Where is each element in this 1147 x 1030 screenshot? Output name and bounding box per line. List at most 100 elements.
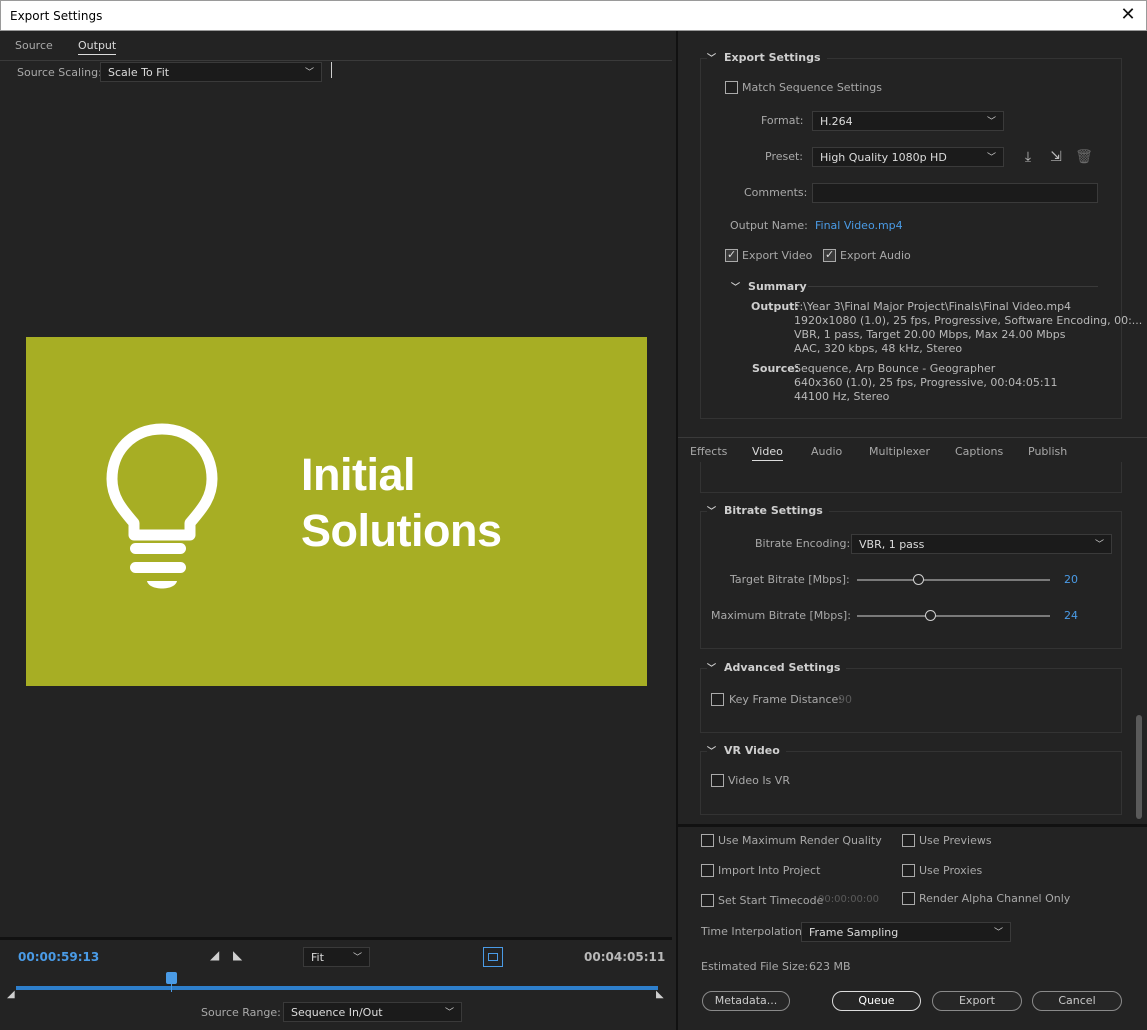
chevron-down-icon: ﹀ <box>707 54 717 64</box>
trash-icon[interactable]: 🗑 <box>1075 148 1093 166</box>
source-scaling-dropdown[interactable]: Scale To Fit ﹀ <box>100 62 322 82</box>
start-timecode-value[interactable]: 00:00:00:00 <box>818 894 879 905</box>
vr-video-header[interactable]: ﹀ VR Video <box>707 744 786 757</box>
key-frame-checkbox[interactable] <box>711 693 724 706</box>
use-previews-label: Use Previews <box>919 834 992 847</box>
tab-effects[interactable]: Effects <box>690 445 727 458</box>
import-preset-icon[interactable]: ⇲ <box>1047 148 1065 166</box>
max-bitrate-slider[interactable] <box>857 615 1050 617</box>
target-bitrate-value[interactable]: 20 <box>1064 573 1078 586</box>
divider <box>678 437 1147 438</box>
title-bar: Export Settings ✕ <box>0 0 1147 31</box>
time-interp-label: Time Interpolation: <box>701 925 806 938</box>
bitrate-settings-header[interactable]: ﹀ Bitrate Settings <box>707 504 829 517</box>
tab-video[interactable]: Video <box>752 445 783 461</box>
export-video-label: Export Video <box>742 249 813 262</box>
tab-audio[interactable]: Audio <box>811 445 842 458</box>
divider <box>0 937 672 940</box>
summary-output-label: Output: <box>751 300 799 313</box>
max-bitrate-value[interactable]: 24 <box>1064 609 1078 622</box>
aspect-toggle-icon[interactable] <box>483 947 503 967</box>
chevron-down-icon: ﹀ <box>731 283 741 293</box>
mark-out-icon[interactable]: ◣ <box>233 948 242 962</box>
format-dropdown[interactable]: H.264 ﹀ <box>812 111 1004 131</box>
metadata-button[interactable]: Metadata... <box>702 991 790 1011</box>
summary-output: F:\Year 3\Final Major Project\Finals\Fin… <box>794 300 1143 355</box>
save-preset-icon[interactable]: ⤓ <box>1019 148 1037 166</box>
format-label: Format: <box>761 114 804 127</box>
max-render-checkbox[interactable] <box>701 834 714 847</box>
current-timecode[interactable]: 00:00:59:13 <box>18 950 99 964</box>
key-frame-value[interactable]: 90 <box>838 693 852 706</box>
lightbulb-icon <box>106 423 218 589</box>
brand-line-2: Solutions <box>301 505 502 556</box>
tab-captions[interactable]: Captions <box>955 445 1003 458</box>
source-range-dropdown[interactable]: Sequence In/Out ﹀ <box>283 1002 462 1022</box>
divider <box>0 60 672 61</box>
window-title: Export Settings <box>10 9 103 23</box>
mark-in-icon[interactable]: ◢ <box>210 948 219 962</box>
end-timecode: 00:04:05:11 <box>584 950 666 964</box>
in-point-handle[interactable]: ◢ <box>7 989 15 1000</box>
chevron-down-icon: ﹀ <box>707 507 717 517</box>
target-bitrate-knob[interactable] <box>913 574 924 585</box>
preset-dropdown[interactable]: High Quality 1080p HD ﹀ <box>812 147 1004 167</box>
cancel-button[interactable]: Cancel <box>1032 991 1122 1011</box>
start-timecode-label: Set Start Timecode <box>718 894 824 907</box>
max-bitrate-knob[interactable] <box>925 610 936 621</box>
export-video-checkbox[interactable] <box>725 248 738 262</box>
queue-button[interactable]: Queue <box>832 991 921 1011</box>
key-frame-label: Key Frame Distance: <box>729 693 843 706</box>
close-icon[interactable]: ✕ <box>1118 5 1138 25</box>
use-previews-checkbox[interactable] <box>902 834 915 847</box>
import-project-checkbox[interactable] <box>701 864 714 877</box>
render-alpha-label: Render Alpha Channel Only <box>919 892 1071 905</box>
import-project-label: Import Into Project <box>718 864 821 877</box>
chevron-down-icon: ﹀ <box>444 1008 454 1018</box>
est-size-label: Estimated File Size: <box>701 960 809 973</box>
comments-input[interactable] <box>812 183 1098 203</box>
divider <box>808 286 1098 287</box>
use-proxies-checkbox[interactable] <box>902 864 915 877</box>
scrollbar-thumb[interactable] <box>1136 715 1142 819</box>
max-bitrate-label: Maximum Bitrate [Mbps]: <box>711 609 851 622</box>
match-sequence-checkbox[interactable] <box>725 81 738 94</box>
use-proxies-label: Use Proxies <box>919 864 983 877</box>
out-point-handle[interactable]: ◣ <box>656 989 664 1000</box>
target-bitrate-label: Target Bitrate [Mbps]: <box>730 573 850 586</box>
export-settings-header[interactable]: ﹀ Export Settings <box>707 51 827 64</box>
chevron-down-icon: ﹀ <box>707 664 717 674</box>
brand-line-1: Initial <box>301 449 416 500</box>
advanced-settings-header[interactable]: ﹀ Advanced Settings <box>707 661 847 674</box>
summary-header[interactable]: ﹀ Summary <box>731 280 807 293</box>
tab-publish[interactable]: Publish <box>1028 445 1067 458</box>
source-scaling-label: Source Scaling: <box>17 66 102 79</box>
output-name-link[interactable]: Final Video.mp4 <box>815 219 903 232</box>
video-is-vr-checkbox[interactable] <box>711 774 724 787</box>
source-range-value: Sequence In/Out <box>291 1006 383 1019</box>
time-interp-dropdown[interactable]: Frame Sampling ﹀ <box>801 922 1011 942</box>
bitrate-encoding-dropdown[interactable]: VBR, 1 pass ﹀ <box>851 534 1112 554</box>
target-bitrate-slider[interactable] <box>857 579 1050 581</box>
previous-section-box <box>700 462 1122 493</box>
start-timecode-checkbox[interactable] <box>701 894 714 907</box>
format-value: H.264 <box>820 115 853 128</box>
divider <box>676 824 1147 827</box>
export-audio-checkbox[interactable] <box>823 248 836 262</box>
preset-label: Preset: <box>765 150 804 163</box>
time-interp-value: Frame Sampling <box>809 926 899 939</box>
render-alpha-checkbox[interactable] <box>902 892 915 905</box>
chevron-down-icon: ﹀ <box>304 68 314 78</box>
output-name-label: Output Name: <box>730 219 808 232</box>
timeline-track[interactable] <box>16 986 658 990</box>
tab-output[interactable]: Output <box>78 39 117 55</box>
preset-value: High Quality 1080p HD <box>820 151 947 164</box>
export-button[interactable]: Export <box>932 991 1022 1011</box>
zoom-dropdown[interactable]: Fit ﹀ <box>303 947 370 967</box>
bitrate-encoding-label: Bitrate Encoding: <box>755 537 851 550</box>
section-title: VR Video <box>724 744 780 757</box>
zoom-value: Fit <box>311 951 324 964</box>
comments-label: Comments: <box>744 186 808 199</box>
tab-multiplexer[interactable]: Multiplexer <box>869 445 930 458</box>
tab-source[interactable]: Source <box>15 39 53 52</box>
